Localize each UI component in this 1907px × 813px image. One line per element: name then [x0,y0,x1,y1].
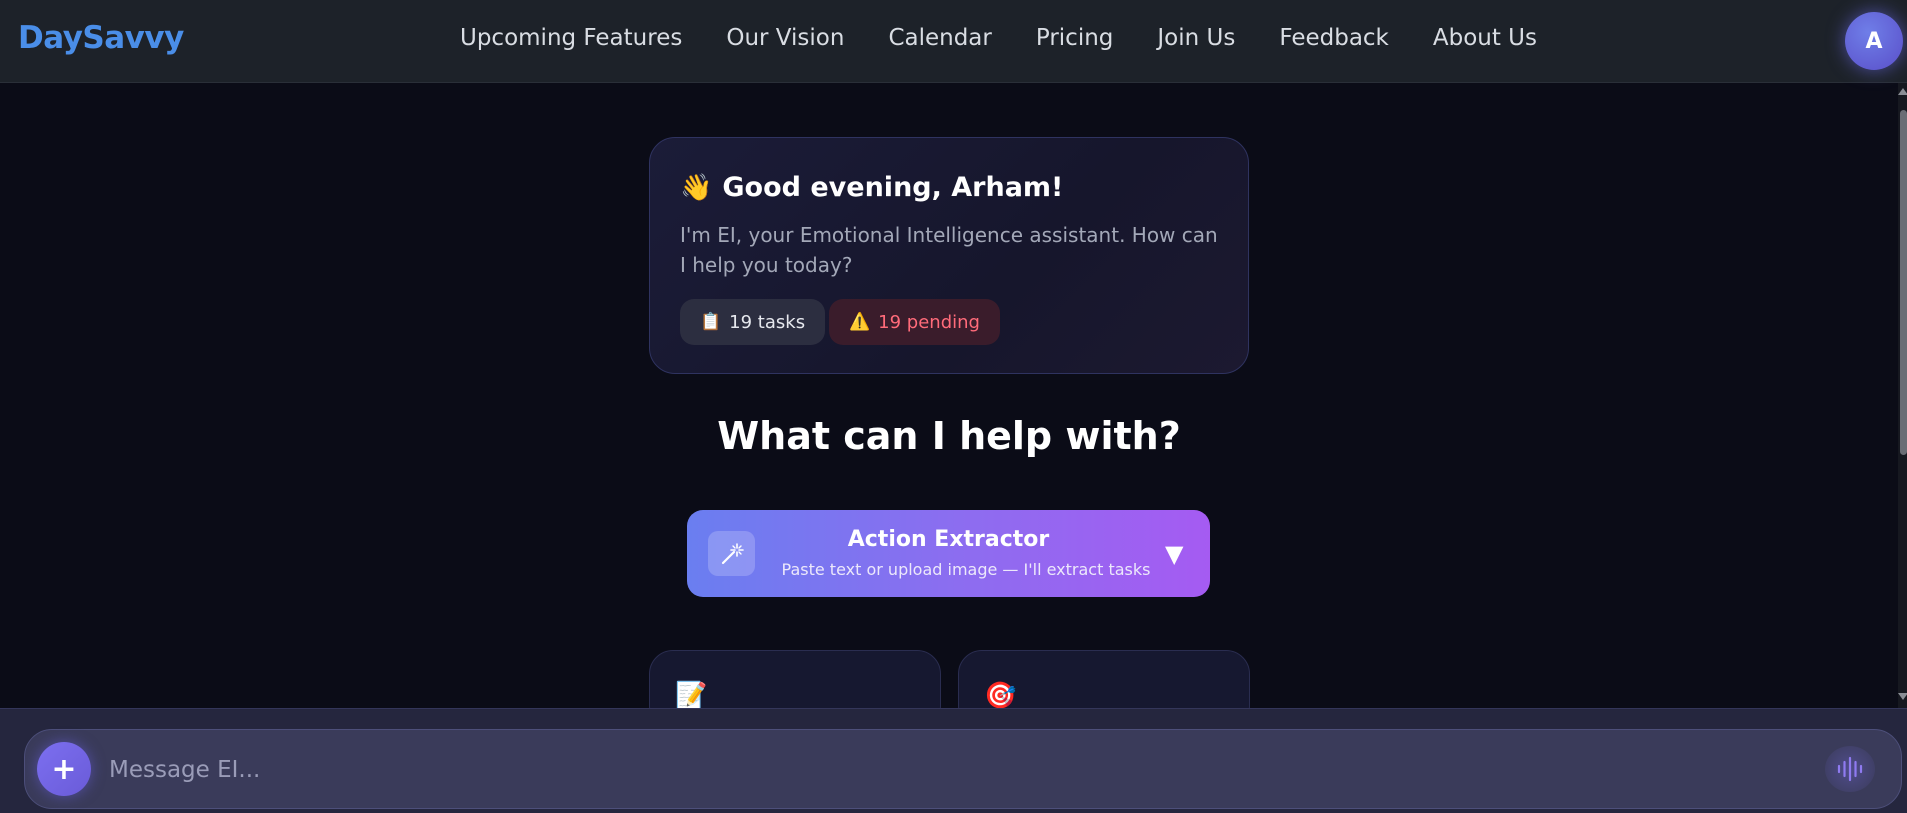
page-scrollbar-thumb[interactable] [1900,110,1907,455]
dropdown-caret-icon[interactable]: ▼ [1165,540,1183,568]
nav-item-our-vision[interactable]: Our Vision [726,25,844,51]
help-heading: What can I help with? [717,414,1181,458]
action-extractor-title: Action Extractor [847,527,1050,552]
greeting-title-row: 👋 Good evening, Arham! [680,172,1063,203]
nav-item-calendar[interactable]: Calendar [888,25,991,51]
nav-item-join-us[interactable]: Join Us [1157,25,1235,51]
nav-item-feedback[interactable]: Feedback [1279,25,1389,51]
warning-icon: ⚠️ [849,312,871,332]
target-icon: 🎯 [984,681,1017,711]
user-avatar[interactable]: A [1845,12,1903,70]
action-extractor-button[interactable]: Action Extractor Paste text or upload im… [687,510,1210,597]
tasks-count-label: 19 tasks [729,311,806,333]
greeting-card: 👋 Good evening, Arham! I'm EI, your Emot… [649,137,1249,374]
voice-input-button[interactable] [1825,746,1875,792]
action-extractor-subtitle: Paste text or upload image — I'll extrac… [781,560,1151,579]
message-input[interactable] [109,748,1789,792]
pending-count-chip[interactable]: ⚠️ 19 pending [829,299,1000,345]
scroll-down-arrow-icon[interactable] [1898,693,1907,700]
nav-item-about-us[interactable]: About Us [1433,25,1537,51]
waving-hand-icon: 👋 [680,172,713,203]
greeting-title: Good evening, Arham! [722,172,1064,203]
add-attachment-button[interactable]: + [37,742,91,796]
main-nav: Upcoming Features Our Vision Calendar Pr… [460,25,1581,51]
message-composer: + [24,729,1902,809]
brand-logo[interactable]: DaySavvy [18,20,184,56]
memo-icon: 📝 [675,681,708,711]
tasks-count-chip[interactable]: 📋 19 tasks [680,299,826,345]
pending-count-label: 19 pending [878,311,980,333]
greeting-message: I'm EI, your Emotional Intelligence assi… [680,223,1218,277]
nav-item-pricing[interactable]: Pricing [1036,25,1114,51]
top-navbar: DaySavvy Upcoming Features Our Vision Ca… [0,0,1907,83]
nav-item-upcoming-features[interactable]: Upcoming Features [460,25,682,51]
clipboard-icon: 📋 [700,312,722,332]
audio-waveform-icon [1837,756,1863,782]
composer-panel: + [0,708,1907,813]
scroll-up-arrow-icon[interactable] [1898,88,1907,95]
